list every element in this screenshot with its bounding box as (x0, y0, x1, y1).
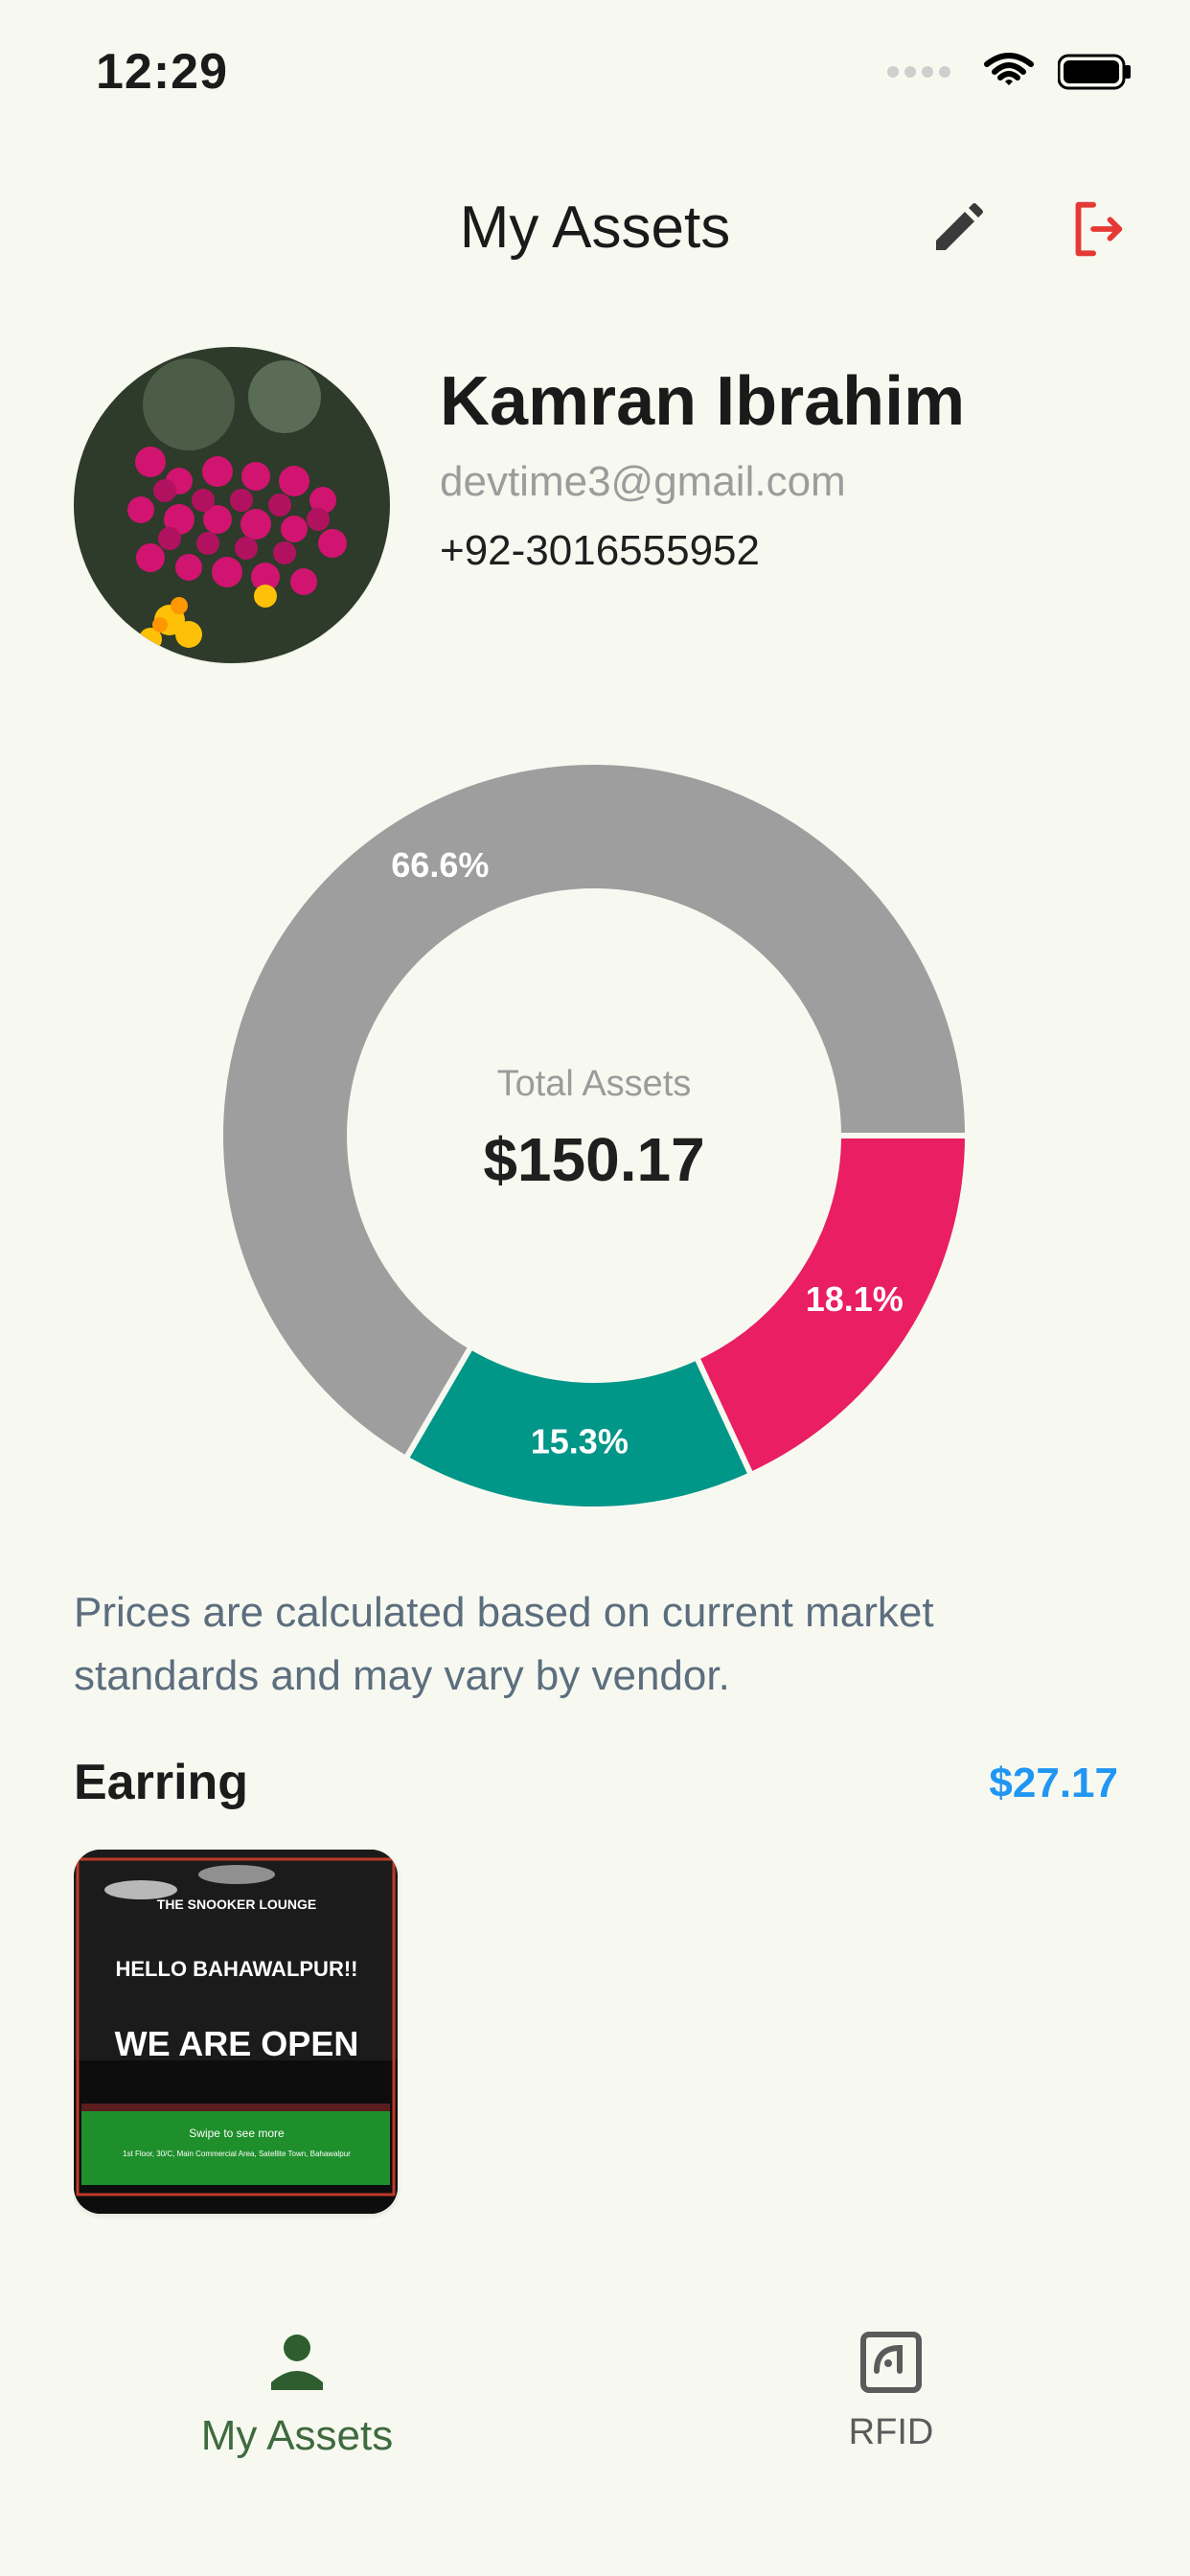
profile-email: devtime3@gmail.com (440, 457, 846, 505)
person-icon (271, 2334, 323, 2390)
profile-name: Kamran Ibrahim (440, 363, 966, 440)
app-screen: 12:29 My Assets Kamran Ibrahim devtime3@… (0, 0, 1190, 2576)
image-headline-text: HELLO BAHAWALPUR!! (116, 1957, 358, 1981)
pencil-icon (936, 203, 983, 250)
assets-donut-chart: 18.1% 15.3% 66.6% Total Assets $150.17 (217, 759, 972, 1512)
pricing-note: Prices are calculated based on current m… (74, 1589, 934, 1699)
profile-phone: +92-3016555952 (440, 526, 760, 574)
battery-icon (1058, 54, 1133, 90)
rfid-icon (860, 2332, 922, 2393)
status-bar: 12:29 (0, 0, 1190, 144)
wifi-icon (983, 53, 1035, 91)
image-subtext: Swipe to see more (189, 2127, 285, 2140)
profile-section: Kamran Ibrahim devtime3@gmail.com +92-30… (74, 347, 1128, 673)
chart-center-value: $150.17 (483, 1125, 705, 1194)
nav-rfid[interactable]: RFID (699, 2329, 1083, 2482)
nav-my-assets[interactable]: My Assets (105, 2329, 489, 2482)
edit-button[interactable] (924, 196, 991, 263)
image-main-text: WE ARE OPEN (115, 2024, 359, 2063)
logout-icon (1075, 201, 1123, 257)
page-title: My Assets (459, 195, 731, 261)
nav-label-rfid: RFID (848, 2412, 934, 2452)
asset-title: Earring (74, 1755, 249, 1810)
signal-dots-icon (887, 66, 950, 78)
logout-button[interactable] (1062, 196, 1129, 263)
image-brand-text: THE SNOOKER LOUNGE (157, 1897, 316, 1912)
asset-price: $27.17 (989, 1760, 1118, 1806)
chart-center-label: Total Assets (496, 1064, 692, 1104)
assets-list: Earring $27.17 THE SNOOKER LOUNGE HELLO … (74, 1754, 1118, 2290)
profile-info: Kamran Ibrahim devtime3@gmail.com +92-30… (440, 363, 1110, 575)
asset-image[interactable]: THE SNOOKER LOUNGE HELLO BAHAWALPUR!! WE… (74, 1850, 398, 2214)
donut-slice-label: 66.6% (391, 845, 489, 885)
status-icons (887, 53, 1133, 91)
donut-slice-label: 15.3% (531, 1422, 629, 1461)
nav-label-my-assets: My Assets (200, 2412, 394, 2459)
app-header: My Assets (0, 182, 1190, 288)
avatar[interactable] (74, 347, 390, 663)
bottom-nav: My Assets RFID (0, 2290, 1190, 2576)
image-address: 1st Floor, 30/C, Main Commercial Area, S… (123, 2150, 351, 2158)
status-time: 12:29 (96, 44, 228, 100)
donut-slice-label: 18.1% (806, 1279, 904, 1319)
asset-item[interactable]: Earring $27.17 THE SNOOKER LOUNGE HELLO … (74, 1754, 1118, 2214)
